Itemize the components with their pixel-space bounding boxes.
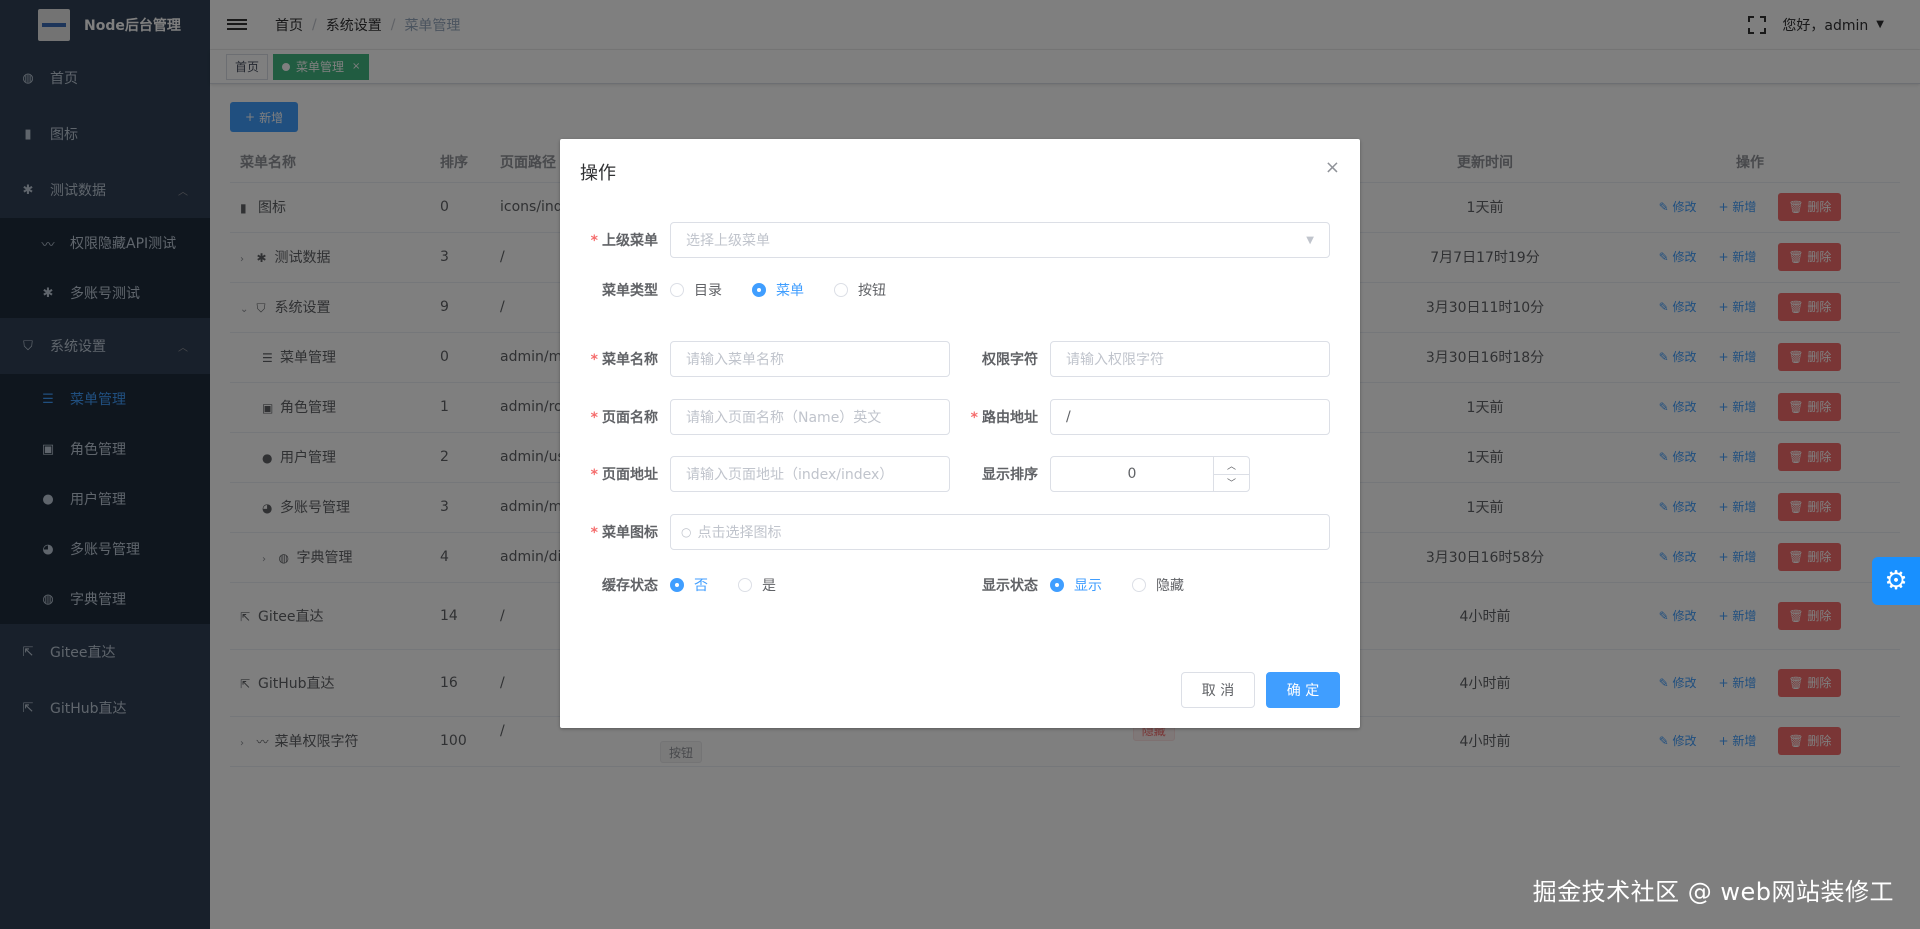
perm-label: 权限字符: [982, 352, 1038, 368]
parent-menu-label: * 上级菜单: [590, 233, 658, 249]
route-input[interactable]: /: [1050, 399, 1330, 435]
radio-type-button[interactable]: 按钮: [834, 280, 886, 300]
chevron-down-icon[interactable]: ﹀: [1214, 475, 1249, 492]
page-path-label: * 页面地址: [590, 467, 658, 483]
form-row-icon: * 菜单图标 ○ 点击选择图标: [580, 514, 1330, 550]
page-name-label: * 页面名称: [590, 410, 658, 426]
menu-name-label: * 菜单名称: [590, 352, 658, 368]
page-name-input[interactable]: 请输入页面名称（Name）英文: [670, 399, 950, 435]
form-row-cache: 缓存状态 否 是: [580, 575, 806, 595]
sort-value[interactable]: 0: [1051, 457, 1213, 491]
search-icon: ○: [681, 525, 692, 539]
confirm-button[interactable]: 确 定: [1266, 672, 1340, 708]
form-row-type: 菜单类型 目录 菜单 按钮: [580, 280, 916, 300]
radio-visible-show[interactable]: 显示: [1050, 575, 1102, 595]
form-row-page-name: * 页面名称 请输入页面名称（Name）英文: [580, 399, 950, 435]
menu-name-input[interactable]: 请输入菜单名称: [670, 341, 950, 377]
menu-icon-input[interactable]: ○ 点击选择图标: [670, 514, 1330, 550]
chevron-up-icon[interactable]: ︿: [1214, 457, 1249, 475]
parent-menu-placeholder: 选择上级菜单: [686, 233, 770, 249]
radio-visible-hide[interactable]: 隐藏: [1132, 575, 1184, 595]
page-path-input[interactable]: 请输入页面地址（index/index）: [670, 456, 950, 492]
route-label: * 路由地址: [970, 410, 1038, 426]
close-icon[interactable]: ×: [1325, 157, 1340, 178]
watermark: 掘金技术社区 @ web网站装修工: [1532, 878, 1894, 906]
radio-cache-yes[interactable]: 是: [738, 575, 776, 595]
form-row-sort: 显示排序 0 ︿ ﹀: [960, 456, 1250, 492]
dialog-title: 操作: [580, 163, 616, 184]
visible-label: 显示状态: [982, 578, 1038, 594]
parent-menu-select[interactable]: 选择上级菜单 ▼: [670, 222, 1330, 258]
sort-label: 显示排序: [982, 467, 1038, 483]
form-row-route: * 路由地址 /: [960, 399, 1330, 435]
form-row-visible: 显示状态 显示 隐藏: [960, 575, 1214, 595]
form-row-parent: * 上级菜单 选择上级菜单 ▼: [580, 222, 1330, 258]
radio-type-menu[interactable]: 菜单: [752, 280, 804, 300]
form-row-name: * 菜单名称 请输入菜单名称: [580, 341, 950, 377]
form-row-perm: 权限字符 请输入权限字符: [960, 341, 1330, 377]
radio-cache-no[interactable]: 否: [670, 575, 708, 595]
form-row-page-path: * 页面地址 请输入页面地址（index/index）: [580, 456, 950, 492]
menu-type-label: 菜单类型: [602, 283, 658, 299]
menu-icon-label: * 菜单图标: [590, 525, 658, 541]
sort-stepper[interactable]: 0 ︿ ﹀: [1050, 456, 1250, 492]
menu-dialog: 操作 × * 上级菜单 选择上级菜单 ▼ 菜单类型 目录 菜单 按钮 * 菜单名称 …: [560, 139, 1360, 728]
cancel-button[interactable]: 取 消: [1181, 672, 1255, 708]
radio-type-directory[interactable]: 目录: [670, 280, 722, 300]
chevron-down-icon: ▼: [1306, 234, 1314, 246]
perm-input[interactable]: 请输入权限字符: [1050, 341, 1330, 377]
settings-gear-icon[interactable]: ⚙: [1872, 557, 1920, 605]
cache-label: 缓存状态: [602, 578, 658, 594]
